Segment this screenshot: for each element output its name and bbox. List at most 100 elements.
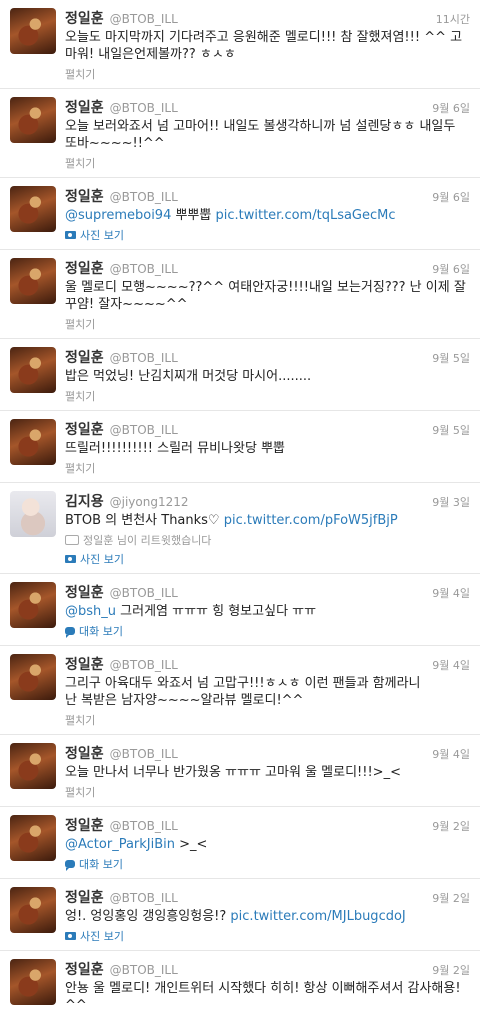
- tweet-item[interactable]: 정일훈 @BTOB_ILL 9월 2일 엉!. 엉잉홍잉 갱잉흥잉헝응!? pi…: [0, 878, 480, 950]
- user-handle[interactable]: @BTOB_ILL: [110, 891, 178, 905]
- tweet-item[interactable]: 정일훈 @BTOB_ILL 9월 6일 울 멜로디 모행~~~~??^^ 여태안…: [0, 249, 480, 338]
- user-handle[interactable]: @BTOB_ILL: [110, 423, 178, 437]
- retweet-icon: [65, 535, 79, 545]
- view-conversation-link[interactable]: 대화 보기: [65, 856, 470, 872]
- view-photo-label[interactable]: 사진 보기: [80, 928, 124, 944]
- user-name[interactable]: 정일훈: [65, 186, 104, 206]
- user-handle[interactable]: @BTOB_ILL: [110, 12, 178, 26]
- avatar[interactable]: [10, 743, 56, 789]
- avatar[interactable]: [10, 654, 56, 700]
- mention-link[interactable]: @bsh_u: [65, 604, 116, 619]
- expand-label[interactable]: 펼치기: [65, 66, 95, 82]
- expand-label[interactable]: 펼치기: [65, 460, 95, 476]
- user-handle[interactable]: @BTOB_ILL: [110, 262, 178, 276]
- expand-link[interactable]: 펼치기: [65, 388, 470, 404]
- tweet-item[interactable]: 정일훈 @BTOB_ILL 9월 6일 @supremeboi94 뿌뿌뿝 pi…: [0, 177, 480, 249]
- expand-label[interactable]: 펼치기: [65, 712, 95, 728]
- user-name[interactable]: 정일훈: [65, 8, 104, 28]
- view-conversation-link[interactable]: 대화 보기: [65, 623, 470, 639]
- tweet-item[interactable]: 정일훈 @BTOB_ILL 9월 2일 @Actor_ParkJiBin >_<…: [0, 806, 480, 878]
- tweet-item[interactable]: 정일훈 @BTOB_ILL 9월 5일 뜨릴러!!!!!!!!!! 스릴러 뮤비…: [0, 410, 480, 482]
- user-name[interactable]: 정일훈: [65, 347, 104, 367]
- user-name[interactable]: 정일훈: [65, 815, 104, 835]
- user-handle[interactable]: @BTOB_ILL: [110, 819, 178, 833]
- timestamp[interactable]: 9월 2일: [432, 818, 470, 834]
- expand-link[interactable]: 펼치기: [65, 66, 470, 82]
- timestamp[interactable]: 9월 5일: [432, 350, 470, 366]
- tweet-item[interactable]: 김지용 @jiyong1212 9월 3일 BTOB 의 변천사 Thanks♡…: [0, 482, 480, 573]
- expand-link[interactable]: 펼치기: [65, 784, 470, 800]
- timestamp[interactable]: 9월 4일: [432, 585, 470, 601]
- photo-icon: [65, 231, 76, 239]
- avatar[interactable]: [10, 258, 56, 304]
- view-photo-link[interactable]: 사진 보기: [65, 551, 470, 567]
- tweet-text: 오늘 만나서 너무나 반가웠옹 ㅠㅠㅠ 고마워 울 멜로디!!!>_<: [65, 765, 401, 780]
- photo-icon: [65, 555, 76, 563]
- user-name[interactable]: 정일훈: [65, 582, 104, 602]
- expand-label[interactable]: 펼치기: [65, 155, 95, 171]
- tweet-item[interactable]: 정일훈 @BTOB_ILL 11시간 오늘도 마지막까지 기다려주고 응원해준 …: [0, 0, 480, 88]
- user-handle[interactable]: @BTOB_ILL: [110, 351, 178, 365]
- avatar[interactable]: [10, 582, 56, 628]
- view-photo-link[interactable]: 사진 보기: [65, 928, 470, 944]
- user-name[interactable]: 정일훈: [65, 97, 104, 117]
- avatar[interactable]: [10, 491, 56, 537]
- mention-link[interactable]: @supremeboi94: [65, 208, 171, 223]
- timestamp[interactable]: 9월 5일: [432, 422, 470, 438]
- user-name[interactable]: 정일훈: [65, 654, 104, 674]
- view-conversation-label[interactable]: 대화 보기: [79, 623, 123, 639]
- user-handle[interactable]: @BTOB_ILL: [110, 190, 178, 204]
- user-handle[interactable]: @jiyong1212: [110, 495, 189, 509]
- expand-link[interactable]: 펼치기: [65, 316, 470, 332]
- avatar[interactable]: [10, 186, 56, 232]
- view-photo-link[interactable]: 사진 보기: [65, 227, 470, 243]
- timestamp[interactable]: 9월 6일: [432, 100, 470, 116]
- expand-link[interactable]: 펼치기: [65, 155, 470, 171]
- mention-link[interactable]: @Actor_ParkJiBin: [65, 837, 175, 852]
- timestamp[interactable]: 9월 2일: [432, 962, 470, 978]
- timestamp[interactable]: 9월 2일: [432, 890, 470, 906]
- media-link[interactable]: pic.twitter.com/tqLsaGecMc: [216, 208, 396, 223]
- timestamp[interactable]: 9월 3일: [432, 494, 470, 510]
- media-link[interactable]: pic.twitter.com/pFoW5jfBjP: [224, 513, 398, 528]
- user-handle[interactable]: @BTOB_ILL: [110, 747, 178, 761]
- tweet-item[interactable]: 정일훈 @BTOB_ILL 9월 5일 밥은 먹었닝! 난김치찌개 머것당 마시…: [0, 338, 480, 410]
- avatar[interactable]: [10, 419, 56, 465]
- avatar[interactable]: [10, 815, 56, 861]
- avatar[interactable]: [10, 8, 56, 54]
- expand-label[interactable]: 펼치기: [65, 388, 95, 404]
- timestamp[interactable]: 9월 6일: [432, 261, 470, 277]
- avatar[interactable]: [10, 959, 56, 1005]
- avatar[interactable]: [10, 347, 56, 393]
- avatar[interactable]: [10, 887, 56, 933]
- expand-label[interactable]: 펼치기: [65, 784, 95, 800]
- timestamp[interactable]: 11시간: [436, 11, 470, 27]
- tweet-text: 그리구 아육대두 와죠서 넘 고맙구!!!ㅎㅅㅎ 이런 팬들과 함께라니 난 복…: [65, 676, 421, 708]
- user-name[interactable]: 정일훈: [65, 743, 104, 763]
- tweet-item[interactable]: 정일훈 @BTOB_ILL 9월 2일 안뇽 울 멜로디! 개인트위터 시작했다…: [0, 950, 480, 1020]
- expand-label[interactable]: 펼치기: [65, 316, 95, 332]
- user-handle[interactable]: @BTOB_ILL: [110, 658, 178, 672]
- view-conversation-label[interactable]: 대화 보기: [79, 856, 123, 872]
- avatar[interactable]: [10, 97, 56, 143]
- tweet-item[interactable]: 정일훈 @BTOB_ILL 9월 4일 오늘 만나서 너무나 반가웠옹 ㅠㅠㅠ …: [0, 734, 480, 806]
- timestamp[interactable]: 9월 4일: [432, 657, 470, 673]
- tweet-item[interactable]: 정일훈 @BTOB_ILL 9월 6일 오늘 보러와죠서 넘 고마어!! 내일도…: [0, 88, 480, 177]
- timestamp[interactable]: 9월 4일: [432, 746, 470, 762]
- media-link[interactable]: pic.twitter.com/MJLbugcdoJ: [230, 909, 405, 924]
- user-name[interactable]: 정일훈: [65, 959, 104, 979]
- timestamp[interactable]: 9월 6일: [432, 189, 470, 205]
- view-photo-label[interactable]: 사진 보기: [80, 551, 124, 567]
- user-name[interactable]: 김지용: [65, 491, 104, 511]
- user-name[interactable]: 정일훈: [65, 419, 104, 439]
- user-handle[interactable]: @BTOB_ILL: [110, 101, 178, 115]
- user-handle[interactable]: @BTOB_ILL: [110, 586, 178, 600]
- user-handle[interactable]: @BTOB_ILL: [110, 963, 178, 977]
- user-name[interactable]: 정일훈: [65, 258, 104, 278]
- tweet-item[interactable]: 정일훈 @BTOB_ILL 9월 4일 @bsh_u 그러게염 ㅠㅠㅠ 힝 형보…: [0, 573, 480, 645]
- expand-link[interactable]: 펼치기: [65, 712, 470, 728]
- user-name[interactable]: 정일훈: [65, 887, 104, 907]
- expand-link[interactable]: 펼치기: [65, 460, 470, 476]
- view-photo-label[interactable]: 사진 보기: [80, 227, 124, 243]
- tweet-item[interactable]: 정일훈 @BTOB_ILL 9월 4일 그리구 아육대두 와죠서 넘 고맙구!!…: [0, 645, 480, 734]
